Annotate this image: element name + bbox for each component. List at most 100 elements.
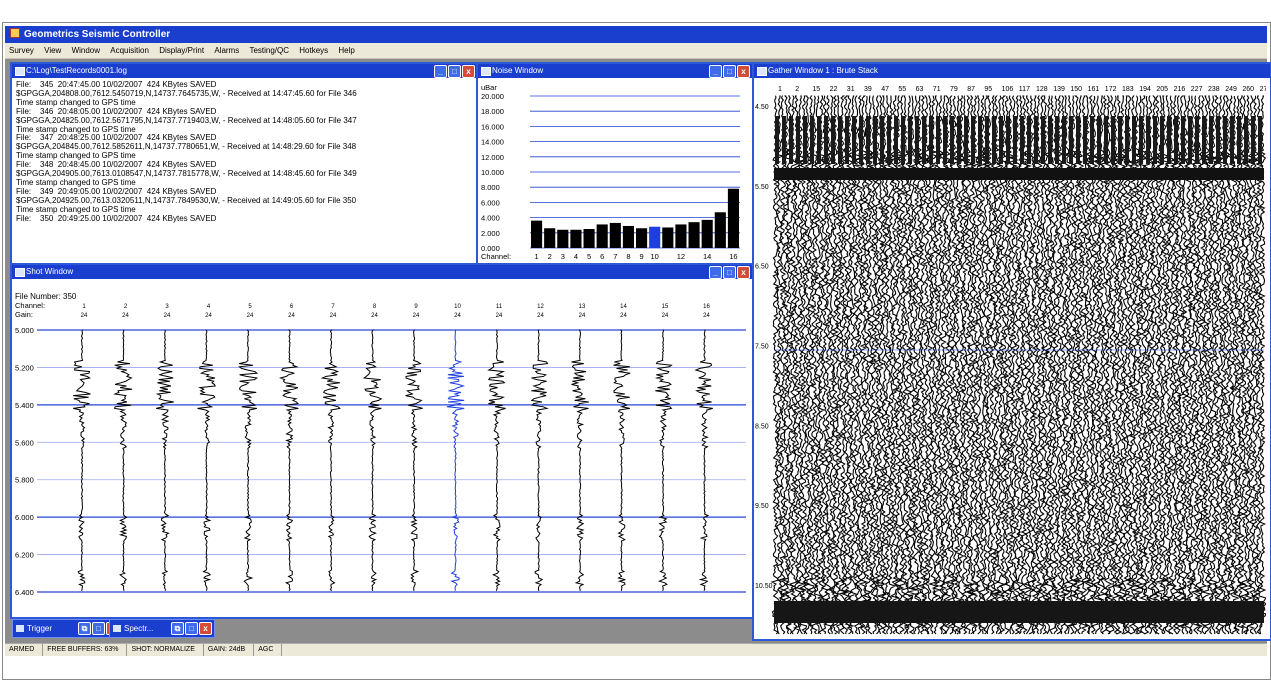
restore-icon[interactable]: ⧉ <box>171 622 184 635</box>
gather-wiggle-fill <box>1174 116 1178 164</box>
maximize-icon[interactable]: □ <box>92 622 105 635</box>
gather-wiggle-fill <box>971 116 975 164</box>
seismic-trace <box>654 329 673 591</box>
gain-label: Gain: <box>15 310 33 319</box>
shot-window-titlebar[interactable]: Shot Window _ □ x <box>12 265 752 279</box>
x-tick-label: 12 <box>677 252 685 261</box>
x-tick-label: 10 <box>651 252 659 261</box>
seismic-trace <box>197 329 216 591</box>
menu-display-print[interactable]: Display/Print <box>159 46 204 55</box>
gather-reflector-band <box>774 168 1264 180</box>
file-number-label: File Number: 350 <box>15 292 77 301</box>
gather-time-tick: 4.50 <box>755 104 769 111</box>
gather-wiggle-fill <box>845 116 849 164</box>
log-window-titlebar[interactable]: C:\Log\TestRecords0001.log _ □ x <box>12 64 477 78</box>
gather-trace-label: 63 <box>916 86 924 93</box>
gather-wiggle-fill <box>1076 116 1080 164</box>
gather-wiggle-fill <box>1167 116 1171 164</box>
log-window[interactable]: C:\Log\TestRecords0001.log _ □ x File: 3… <box>10 62 479 266</box>
menu-survey[interactable]: Survey <box>9 46 34 55</box>
menu-acquisition[interactable]: Acquisition <box>110 46 149 55</box>
restore-icon[interactable]: ⧉ <box>78 622 91 635</box>
status-agc: AGC <box>254 644 283 656</box>
gather-trace-label: 249 <box>1225 86 1237 93</box>
gather-trace-label: 79 <box>950 86 958 93</box>
menu-view[interactable]: View <box>44 46 61 55</box>
trigger-window-title: Trigger <box>27 624 53 633</box>
menu-alarms[interactable]: Alarms <box>214 46 239 55</box>
shot-window[interactable]: Shot Window _ □ x File Number: 350 Channe… <box>10 263 754 619</box>
noise-window-titlebar[interactable]: Noise Window _ □ x <box>478 64 752 78</box>
noise-bar <box>636 228 648 248</box>
x-tick-label: 7 <box>613 252 617 261</box>
gather-wiggle-fill <box>1181 116 1185 164</box>
noise-bar <box>622 225 634 248</box>
gather-wiggle-fill <box>1223 116 1227 164</box>
channel-number: 12 <box>537 304 544 310</box>
menu-window[interactable]: Window <box>72 46 100 55</box>
gather-window[interactable]: Gather Window 1 : Brute Stack 1 2 15 22 31 39… <box>752 62 1271 641</box>
status-gain: GAIN: 24dB <box>204 644 255 656</box>
channel-number: 1 <box>82 304 86 310</box>
y-tick-label: 10.000 <box>481 168 504 177</box>
gather-wiggle-fill <box>866 116 870 164</box>
app-title-bar[interactable]: Geometrics Seismic Controller <box>5 26 1267 43</box>
gather-window-titlebar[interactable]: Gather Window 1 : Brute Stack <box>754 64 1270 78</box>
gather-wiggle-fill <box>1202 116 1206 164</box>
menu-hotkeys[interactable]: Hotkeys <box>299 46 328 55</box>
close-icon[interactable]: x <box>737 266 750 279</box>
gather-trace-label: 87 <box>967 86 975 93</box>
seismic-trace <box>279 329 300 592</box>
x-tick-label: 1 <box>534 252 538 261</box>
gather-reflector-band <box>774 601 1264 623</box>
maximize-icon[interactable]: □ <box>185 622 198 635</box>
minimize-icon[interactable]: _ <box>434 65 447 78</box>
close-icon[interactable]: x <box>199 622 212 635</box>
close-icon[interactable]: x <box>462 65 475 78</box>
menu-help[interactable]: Help <box>338 46 354 55</box>
status-bar: ARMED FREE BUFFERS: 63% SHOT: NORMALIZE GAI… <box>5 643 1267 656</box>
x-tick-label: 6 <box>600 252 604 261</box>
minimized-trigger-window[interactable]: Trigger ⧉ □ x <box>12 619 122 638</box>
close-icon[interactable]: x <box>737 65 750 78</box>
gather-trace-label: 117 <box>1019 86 1030 93</box>
noise-window[interactable]: Noise Window _ □ x uBar 20.000 18.000 16.00… <box>476 62 754 266</box>
gather-wiggle-fill <box>1216 116 1220 164</box>
gather-trace-label: 31 <box>847 86 855 93</box>
gather-wiggle-fill <box>929 116 933 164</box>
channel-number: 6 <box>290 304 294 310</box>
gather-wiggle-fill <box>1244 116 1248 164</box>
maximize-icon[interactable]: □ <box>723 65 736 78</box>
noise-bar <box>596 224 608 248</box>
gather-wiggle-fill <box>838 116 842 164</box>
gather-wiggle-fill <box>964 116 968 164</box>
log-window-title: C:\Log\TestRecords0001.log <box>26 66 127 75</box>
menu-testing-qc[interactable]: Testing/QC <box>249 46 289 55</box>
minimized-spectrum-window[interactable]: Spectr... ⧉ □ x <box>109 619 215 638</box>
seismic-trace <box>694 329 713 592</box>
gather-wiggle-fill <box>908 116 912 164</box>
time-tick-label: 5.000 <box>15 326 34 335</box>
gather-wiggle-fill <box>1258 116 1262 164</box>
maximize-icon[interactable]: □ <box>723 266 736 279</box>
gather-time-tick: 10.50 <box>755 583 773 590</box>
gather-wiggle-fill <box>859 116 863 164</box>
gather-trace-label: 128 <box>1036 86 1048 93</box>
noise-bar <box>688 222 700 248</box>
noise-chart: uBar20.00018.00016.00014.00012.00010.000… <box>481 83 740 261</box>
noise-bar <box>544 228 556 248</box>
gather-wiggle-fill <box>789 116 793 164</box>
gather-wiggle-fill <box>936 116 940 164</box>
channel-number: 8 <box>373 304 377 310</box>
gather-trace-label: 194 <box>1139 86 1151 93</box>
gather-wiggle-fill <box>887 116 891 164</box>
minimize-icon[interactable]: _ <box>709 266 722 279</box>
gather-wiggle-fill <box>985 116 989 164</box>
minimize-icon[interactable]: _ <box>709 65 722 78</box>
x-tick-label: 4 <box>574 252 578 261</box>
maximize-icon[interactable]: □ <box>448 65 461 78</box>
channel-number: 10 <box>454 304 461 310</box>
x-tick-label: 2 <box>548 252 552 261</box>
channel-number: 11 <box>496 304 503 310</box>
seismic-trace <box>238 329 259 592</box>
